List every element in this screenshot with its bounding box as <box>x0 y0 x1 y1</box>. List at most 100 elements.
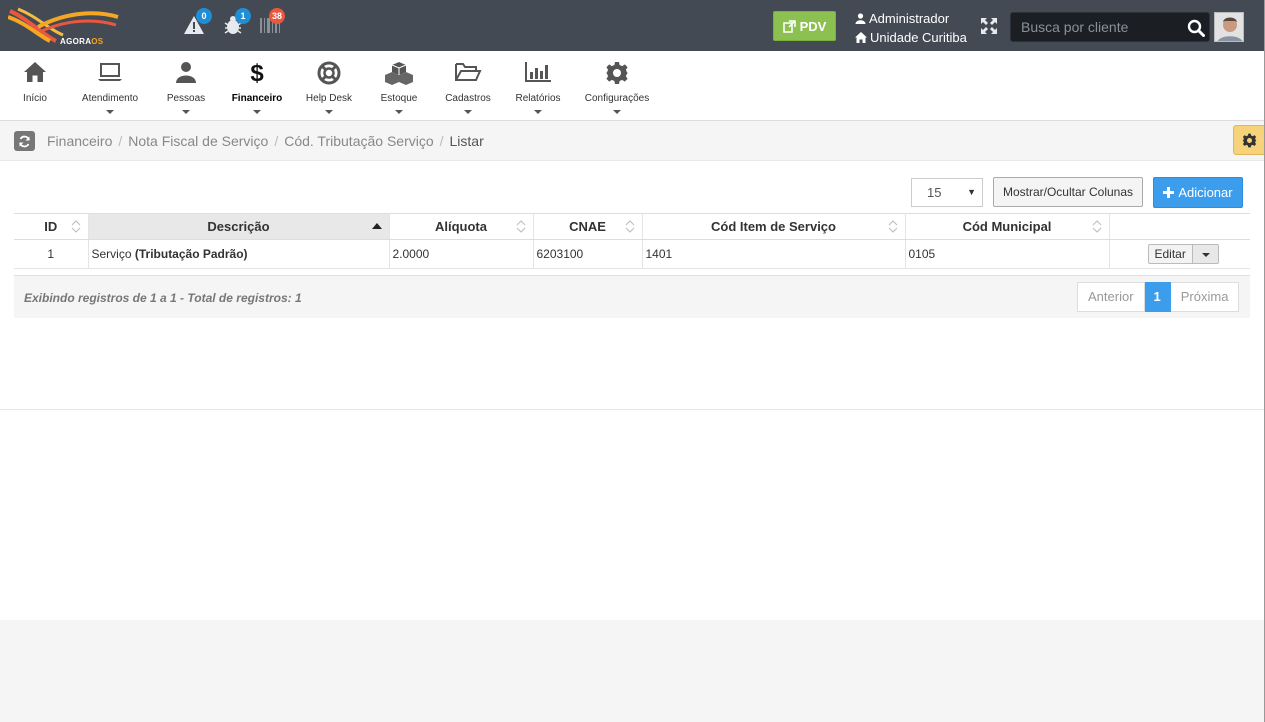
column-label-aliquota: Alíquota <box>435 219 487 234</box>
barcode-count-badge: 38 <box>269 8 286 24</box>
menu-label-estoque: Estoque <box>380 93 418 104</box>
list-panel: 15 ▼ Mostrar/Ocultar Colunas Adicionar I… <box>0 161 1265 410</box>
descricao-text: Serviço <box>91 247 135 261</box>
unit-name: Unidade Curitiba <box>870 30 967 45</box>
user-name-line[interactable]: Administrador <box>855 9 967 28</box>
page-size-value: 15 <box>927 185 942 200</box>
add-label: Adicionar <box>1178 185 1233 200</box>
pdv-button[interactable]: PDV <box>773 11 836 41</box>
menu-label-pessoas: Pessoas <box>166 93 206 104</box>
alerts-notification[interactable]: 0 <box>183 8 212 38</box>
cell-cnae: 6203100 <box>533 239 643 269</box>
column-header-aliquota[interactable]: Alíquota <box>389 213 534 240</box>
dollar-icon: $ <box>250 61 264 85</box>
menu-label-atendimento: Atendimento <box>81 93 139 104</box>
client-search[interactable] <box>1010 12 1210 42</box>
menu-label-cadastros: Cadastros <box>445 93 491 104</box>
folder-open-icon <box>455 63 482 81</box>
column-header-id[interactable]: ID <box>14 213 89 240</box>
user-name: Administrador <box>869 11 950 26</box>
user-info[interactable]: Administrador Unidade Curitiba <box>855 9 967 47</box>
page-settings-button[interactable] <box>1233 125 1265 155</box>
menu-item-financeiro[interactable]: $ Financeiro <box>228 51 286 121</box>
edit-dropdown-toggle[interactable] <box>1192 244 1219 264</box>
edit-button[interactable]: Editar <box>1147 244 1193 264</box>
menu-label-financeiro: Financeiro <box>231 93 283 104</box>
menu-item-estoque[interactable]: Estoque <box>376 51 422 121</box>
chevron-down-icon <box>534 110 542 114</box>
descricao-bold: (Tributação Padrão) <box>134 247 248 261</box>
barcode-notification[interactable]: 38 <box>259 8 286 38</box>
top-bar: AGORAOS 0 1 38 PDV Administrador Unidade… <box>0 0 1265 51</box>
column-label-cod-item: Cód Item de Serviço <box>711 219 836 234</box>
search-icon[interactable] <box>1187 19 1205 37</box>
column-header-cnae[interactable]: CNAE <box>533 213 643 240</box>
breadcrumb-financeiro[interactable]: Financeiro <box>47 133 112 149</box>
cell-actions: Editar <box>1109 239 1250 269</box>
breadcrumb-nota-fiscal[interactable]: Nota Fiscal de Serviço <box>128 133 268 149</box>
breadcrumb-current: Listar <box>449 133 484 149</box>
column-label-descricao: Descrição <box>207 219 270 234</box>
cell-aliquota: 2.0000 <box>389 239 534 269</box>
main-menu: Início Atendimento Pessoas $ Financeiro … <box>0 51 1265 121</box>
refresh-icon <box>19 135 30 147</box>
pager-previous[interactable]: Anterior <box>1077 282 1145 312</box>
records-table: ID Descrição Alíquota CNAE Cód Item de S… <box>14 213 1250 269</box>
menu-label-configuracoes: Configurações <box>584 93 650 104</box>
cell-descricao: Serviço (Tributação Padrão) <box>88 239 390 269</box>
refresh-button[interactable] <box>14 131 35 151</box>
edit-button-group: Editar <box>1147 244 1248 264</box>
column-header-descricao[interactable]: Descrição <box>88 213 390 240</box>
user-icon <box>855 13 866 24</box>
fullscreen-icon[interactable] <box>980 17 998 38</box>
page-size-select[interactable]: 15 ▼ <box>911 178 983 207</box>
toggle-columns-button[interactable]: Mostrar/Ocultar Colunas <box>993 177 1143 207</box>
column-header-cod-municipal[interactable]: Cód Municipal <box>905 213 1110 240</box>
pager-next[interactable]: Próxima <box>1170 282 1240 312</box>
column-label-cnae: CNAE <box>569 219 606 234</box>
unit-line[interactable]: Unidade Curitiba <box>855 28 967 47</box>
avatar[interactable] <box>1214 12 1244 42</box>
chevron-down-icon <box>464 110 472 114</box>
chevron-down-icon <box>182 110 190 114</box>
client-search-input[interactable] <box>1011 13 1181 41</box>
bugs-notification[interactable]: 1 <box>222 8 251 38</box>
caret-down-icon: ▼ <box>967 187 976 197</box>
add-button[interactable]: Adicionar <box>1153 177 1243 208</box>
sort-icon <box>625 220 634 233</box>
breadcrumb-cod-tributacao[interactable]: Cód. Tributação Serviço <box>284 133 433 149</box>
menu-item-help-desk[interactable]: Help Desk <box>301 51 357 121</box>
column-header-cod-item[interactable]: Cód Item de Serviço <box>642 213 906 240</box>
cell-id: 1 <box>14 239 89 269</box>
svg-text:$: $ <box>250 61 264 85</box>
logo-text: AGORAOS <box>60 37 104 46</box>
plus-icon <box>1163 187 1175 198</box>
agoraos-logo[interactable]: AGORAOS <box>7 5 120 46</box>
content-lower-area <box>0 410 1265 620</box>
menu-item-relatorios[interactable]: Relatórios <box>512 51 564 121</box>
menu-item-cadastros[interactable]: Cadastros <box>441 51 495 121</box>
external-link-icon <box>782 19 796 33</box>
menu-label-help-desk: Help Desk <box>305 93 353 104</box>
sort-icon <box>516 220 525 233</box>
breadcrumb: Financeiro / Nota Fiscal de Serviço / Có… <box>47 133 484 149</box>
column-label-cod-municipal: Cód Municipal <box>962 219 1052 234</box>
pagination: Anterior 1 Próxima <box>1077 282 1240 312</box>
menu-item-pessoas[interactable]: Pessoas <box>163 51 209 121</box>
gear-icon <box>1242 133 1256 147</box>
menu-item-atendimento[interactable]: Atendimento <box>76 51 144 121</box>
chevron-down-icon <box>106 110 114 114</box>
home-icon <box>855 32 867 43</box>
breadcrumb-bar: Financeiro / Nota Fiscal de Serviço / Có… <box>0 121 1265 161</box>
chevron-down-icon <box>613 110 621 114</box>
pager-page-1[interactable]: 1 <box>1144 282 1171 312</box>
menu-label-inicio: Início <box>23 93 47 104</box>
cell-cod-item: 1401 <box>642 239 906 269</box>
menu-item-inicio[interactable]: Início <box>15 51 55 121</box>
table-row[interactable]: 1 Serviço (Tributação Padrão) 2.0000 620… <box>14 239 1250 269</box>
menu-item-configuracoes[interactable]: Configurações <box>581 51 653 121</box>
table-footer: Exibindo registros de 1 a 1 - Total de r… <box>14 275 1250 318</box>
breadcrumb-separator: / <box>439 133 444 149</box>
column-header-actions <box>1109 213 1250 240</box>
home-icon <box>24 62 46 82</box>
